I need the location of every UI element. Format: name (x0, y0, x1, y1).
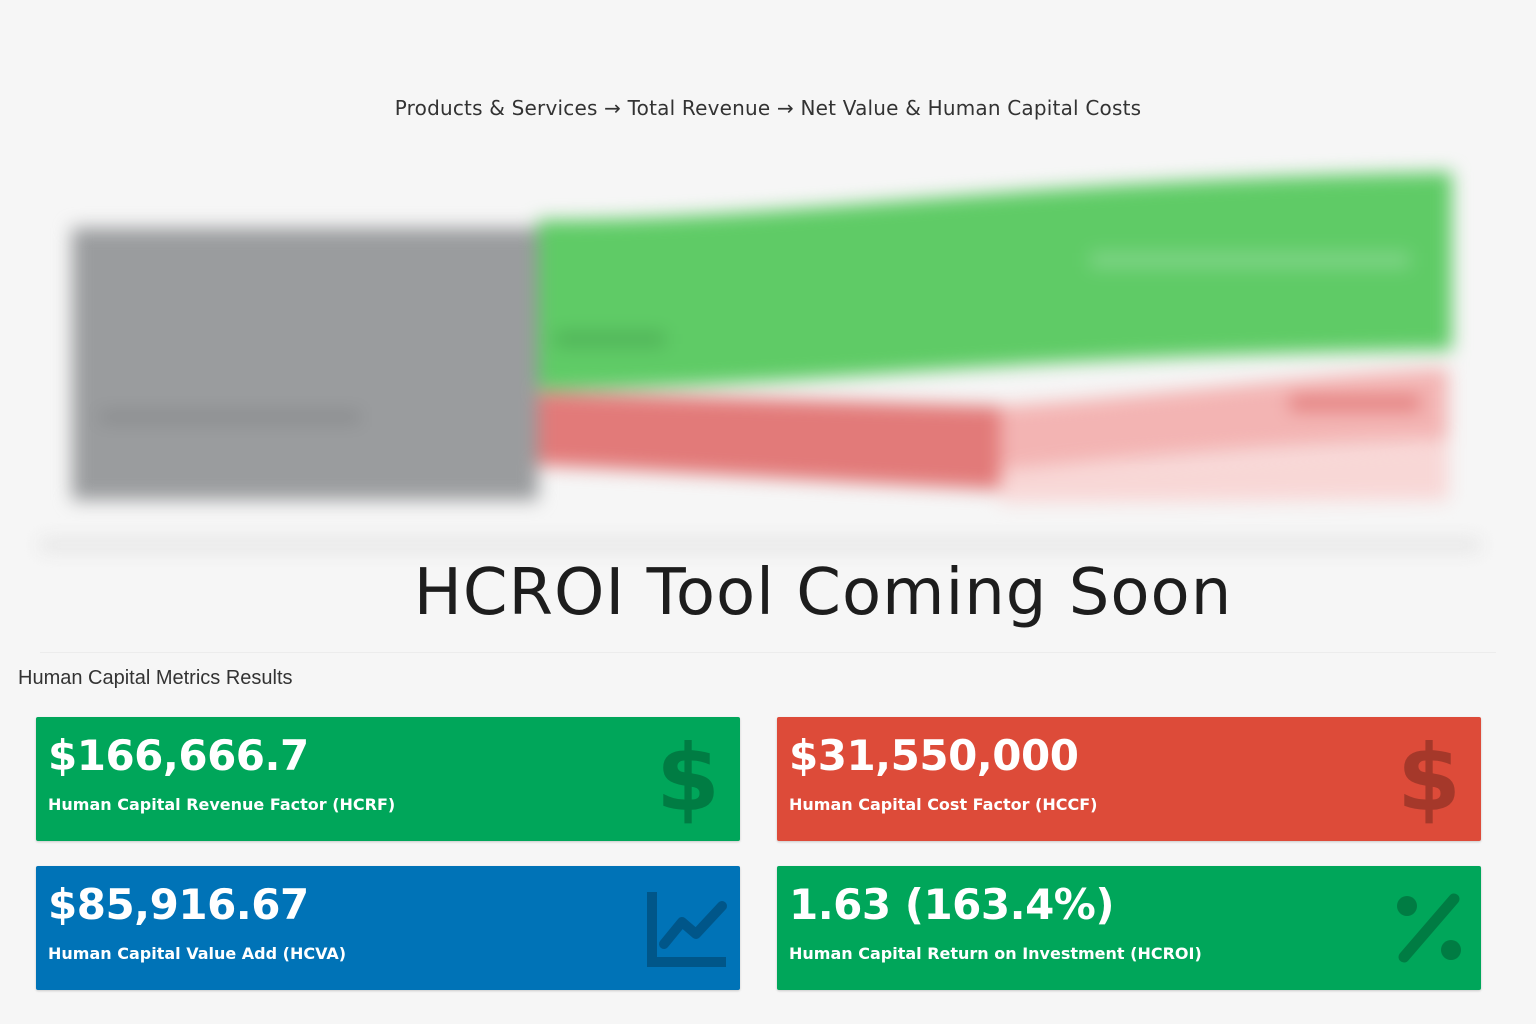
sankey-label-blur-2 (555, 332, 665, 346)
hcrf-card: $166,666.7 Human Capital Revenue Factor … (36, 717, 740, 841)
sankey-node-products (72, 228, 538, 500)
sankey-label-blur-3 (100, 412, 360, 422)
hcrf-label: Human Capital Revenue Factor (HCRF) (48, 795, 396, 814)
page: Products & Services → Total Revenue → Ne… (0, 0, 1536, 1024)
hcrf-value: $166,666.7 (48, 731, 309, 780)
hcroi-value: 1.63 (163.4%) (789, 880, 1115, 929)
metrics-heading: Human Capital Metrics Results (18, 667, 293, 689)
percent-icon (1387, 876, 1471, 980)
sankey-label-blur-1 (1090, 252, 1410, 268)
sankey-footnote-blur (40, 540, 1480, 550)
sankey-flow-costs (538, 392, 1000, 490)
hcva-card: $85,916.67 Human Capital Value Add (HCVA… (36, 866, 740, 990)
sankey-flow-net-value (538, 172, 1452, 390)
dollar-icon: $ (655, 725, 720, 832)
sankey-chart (0, 140, 1536, 570)
sankey-label-blur-4 (1290, 396, 1420, 410)
hccf-label: Human Capital Cost Factor (HCCF) (789, 795, 1098, 814)
line-chart-icon (646, 876, 730, 980)
hcva-label: Human Capital Value Add (HCVA) (48, 944, 347, 963)
hcroi-card: 1.63 (163.4%) Human Capital Return on In… (777, 866, 1481, 990)
hccf-card: $31,550,000 Human Capital Cost Factor (H… (777, 717, 1481, 841)
divider (40, 652, 1496, 653)
hcroi-label: Human Capital Return on Investment (HCRO… (789, 944, 1202, 963)
dollar-icon: $ (1396, 725, 1461, 832)
coming-soon-title: HCROI Tool Coming Soon (413, 556, 1233, 630)
hcva-value: $85,916.67 (48, 880, 309, 929)
sankey-caption: Products & Services → Total Revenue → Ne… (394, 96, 1142, 120)
hccf-value: $31,550,000 (789, 731, 1079, 780)
